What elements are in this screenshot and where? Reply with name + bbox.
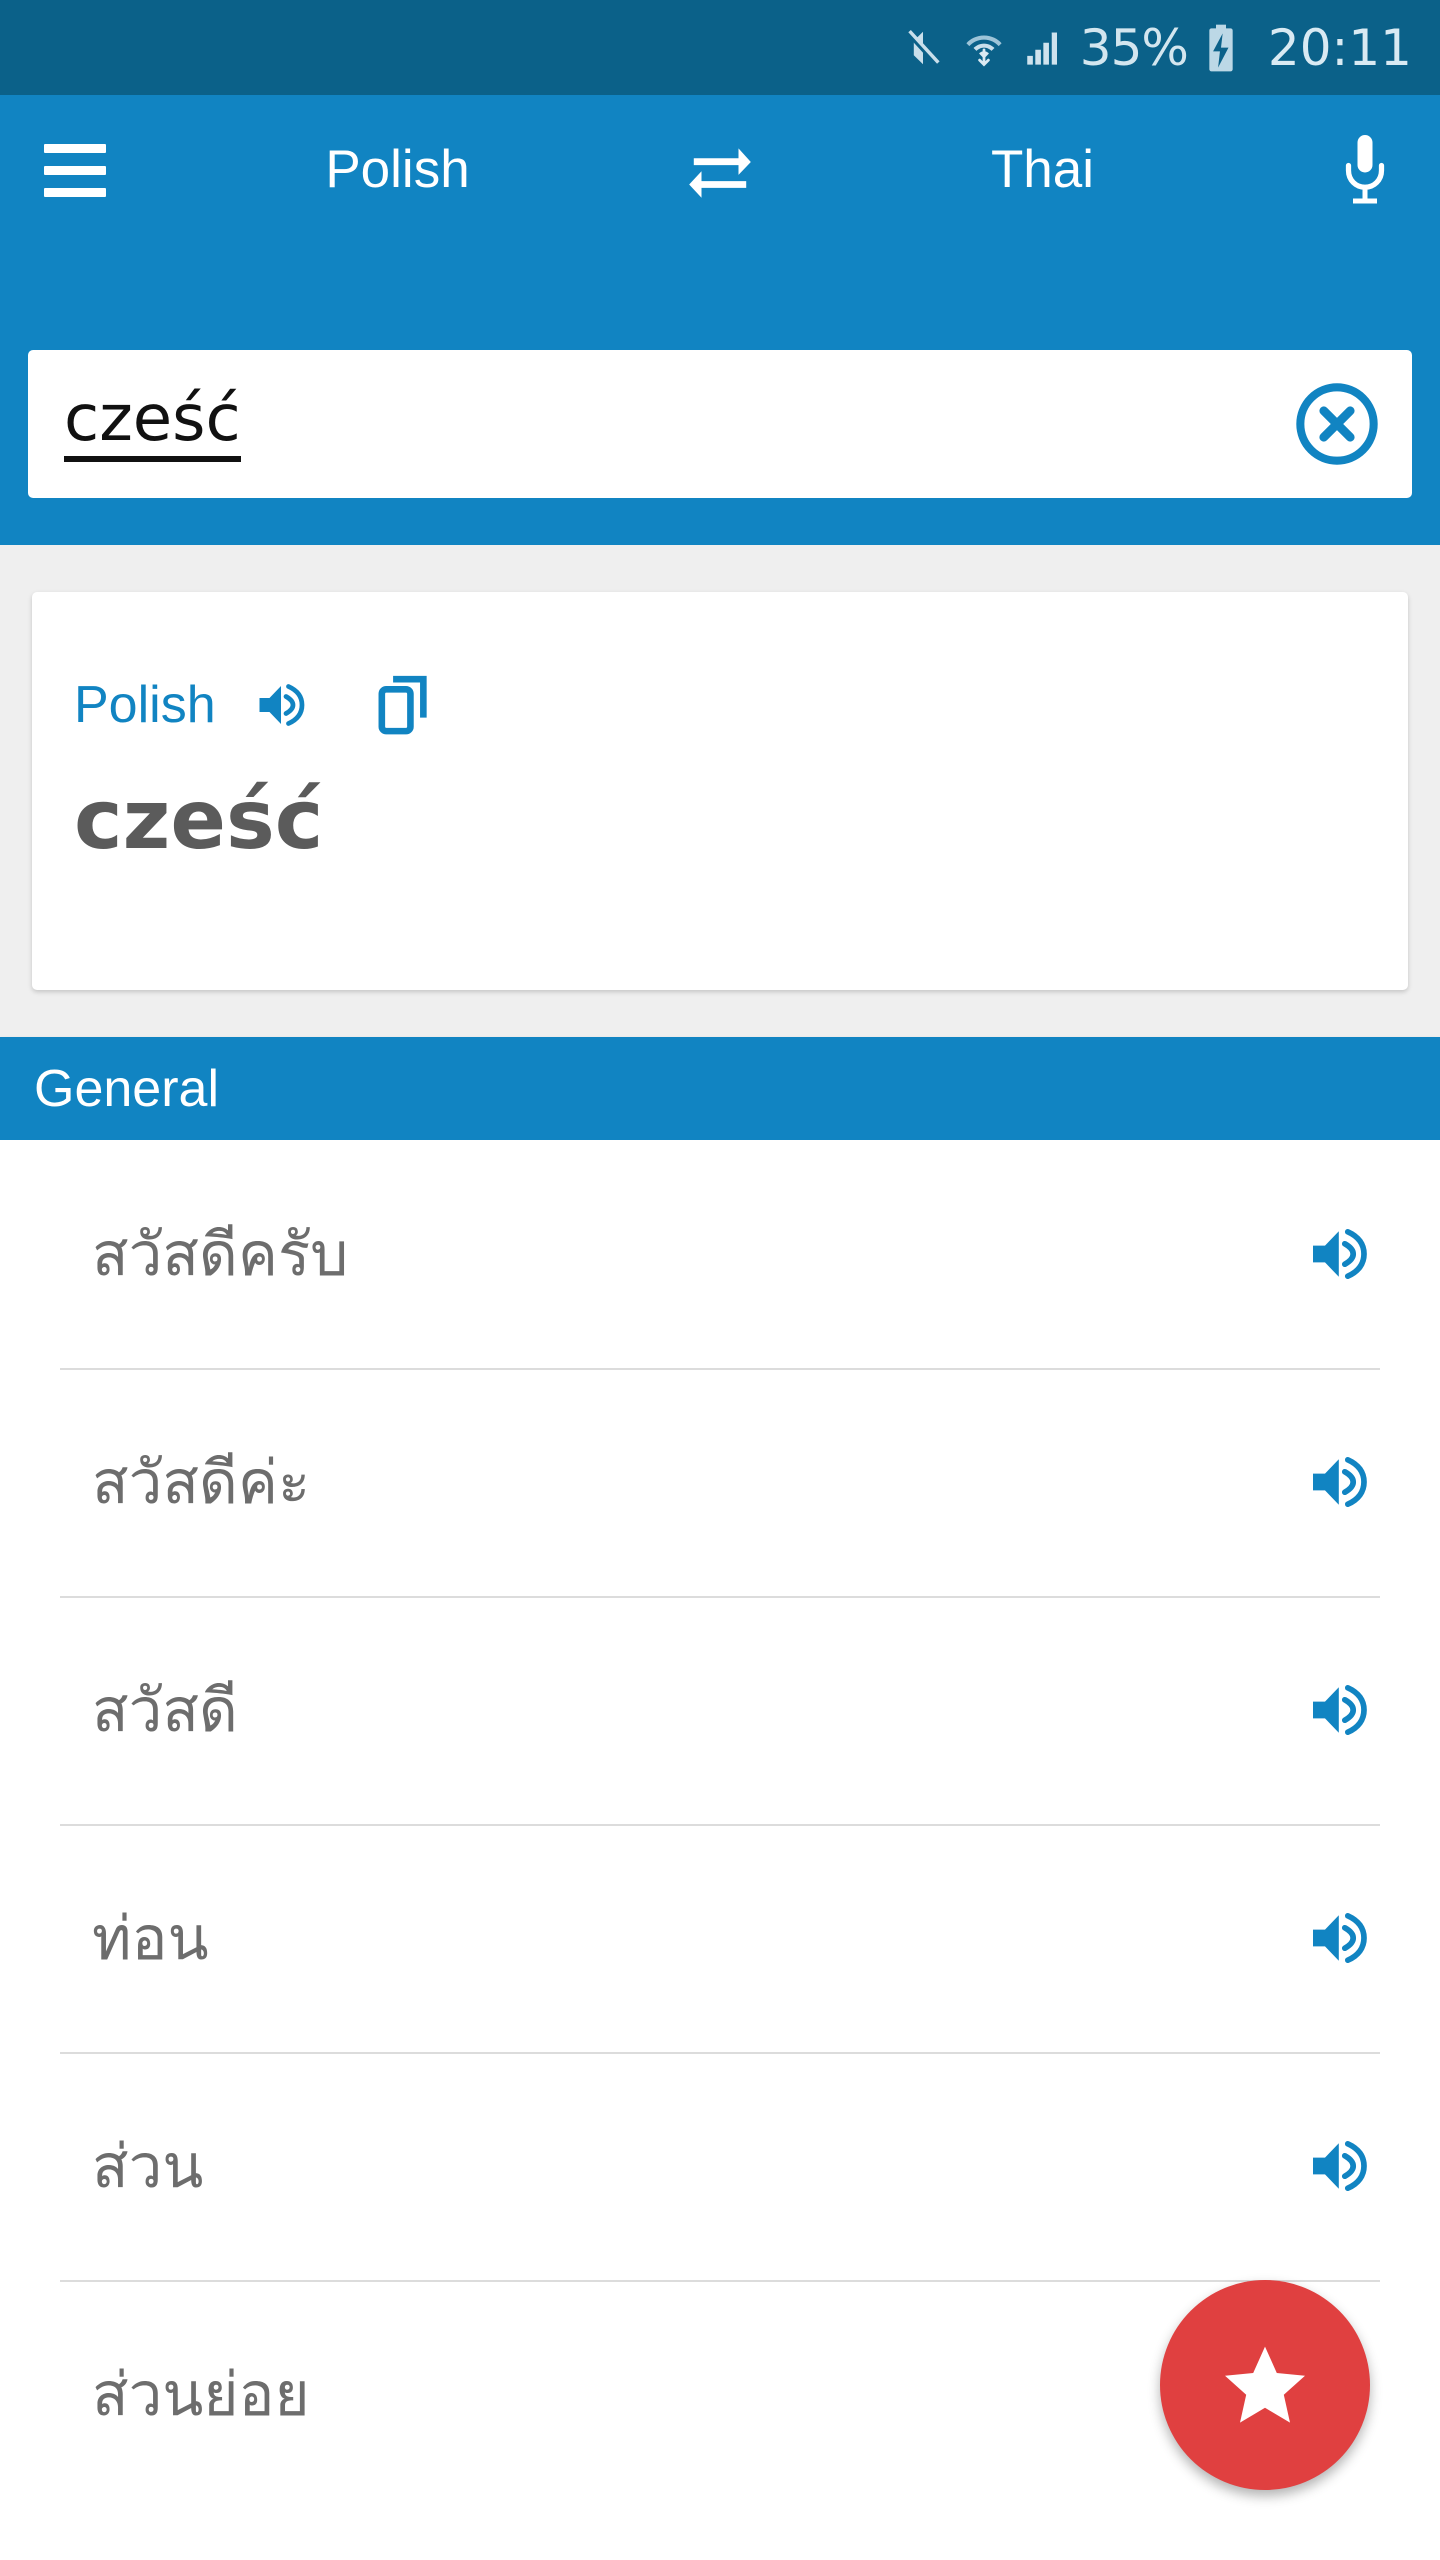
menu-button[interactable] [0, 95, 150, 245]
table-row[interactable]: ท่อน [0, 1824, 1440, 2052]
translation-text: สวัสดีค่ะ [92, 1448, 311, 1516]
star-icon [1225, 2346, 1305, 2423]
translation-text: สวัสดีครับ [92, 1220, 349, 1288]
swap-languages-button[interactable] [645, 133, 795, 207]
battery-charging-icon [1209, 24, 1233, 71]
hamburger-menu-icon [44, 131, 106, 210]
source-card-speak-button[interactable] [252, 675, 312, 735]
target-language-button[interactable]: Thai [795, 95, 1290, 245]
voice-input-button[interactable] [1290, 127, 1440, 213]
swap-languages-icon [689, 148, 751, 198]
section-header-general: General [0, 1037, 1440, 1140]
copy-icon [378, 675, 427, 735]
source-card-header: Polish [74, 672, 436, 738]
speaker-icon [1313, 1228, 1367, 1280]
row-speak-button[interactable] [1240, 1446, 1440, 1518]
search-box[interactable]: cześć [28, 350, 1412, 498]
table-row[interactable]: สวัสดีค่ะ [0, 1368, 1440, 1596]
status-bar: 35% 20:11 [0, 0, 1440, 95]
row-speak-button[interactable] [1240, 2130, 1440, 2202]
row-speak-button[interactable] [1240, 1902, 1440, 1974]
table-row[interactable]: ส่วน [0, 2052, 1440, 2280]
source-language-button[interactable]: Polish [150, 95, 645, 245]
translation-text: ส่วน [92, 2132, 204, 2200]
translation-text: สวัสดี [92, 1676, 238, 1744]
wifi-icon [966, 35, 1002, 66]
clock-label: 20:11 [1267, 18, 1412, 77]
signal-icon [1027, 32, 1057, 65]
speaker-icon [259, 684, 305, 726]
speaker-icon [1313, 1456, 1367, 1508]
microphone-icon [1345, 135, 1385, 204]
source-card-language-label: Polish [74, 676, 216, 734]
speaker-icon [1313, 1912, 1367, 1964]
clear-search-button[interactable] [1262, 380, 1412, 468]
row-speak-button[interactable] [1240, 1218, 1440, 1290]
favorite-fab-button[interactable] [1160, 2280, 1370, 2490]
speaker-icon [1313, 2140, 1367, 2192]
source-card-copy-button[interactable] [370, 672, 436, 738]
source-card: Polish cześć [32, 592, 1408, 990]
translation-text: ส่วนย่อย [92, 2360, 310, 2428]
mute-icon [905, 29, 940, 66]
status-bar-icons: 35% 20:11 [900, 23, 1412, 73]
speaker-icon [1313, 1684, 1367, 1736]
clear-circle-icon [1296, 383, 1378, 465]
battery-percent-label: 35% [1079, 18, 1189, 77]
source-card-word: cześć [74, 773, 324, 868]
row-speak-button[interactable] [1240, 1674, 1440, 1746]
app-bar: Polish Thai [0, 95, 1440, 245]
search-input-value: cześć [64, 386, 241, 462]
section-header-label: General [34, 1059, 219, 1118]
table-row[interactable]: สวัสดีครับ [0, 1140, 1440, 1368]
search-area: cześć [0, 245, 1440, 545]
source-card-region: Polish cześć [0, 545, 1440, 1037]
search-input[interactable]: cześć [28, 386, 1262, 462]
translation-text: ท่อน [92, 1904, 209, 1972]
table-row[interactable]: สวัสดี [0, 1596, 1440, 1824]
